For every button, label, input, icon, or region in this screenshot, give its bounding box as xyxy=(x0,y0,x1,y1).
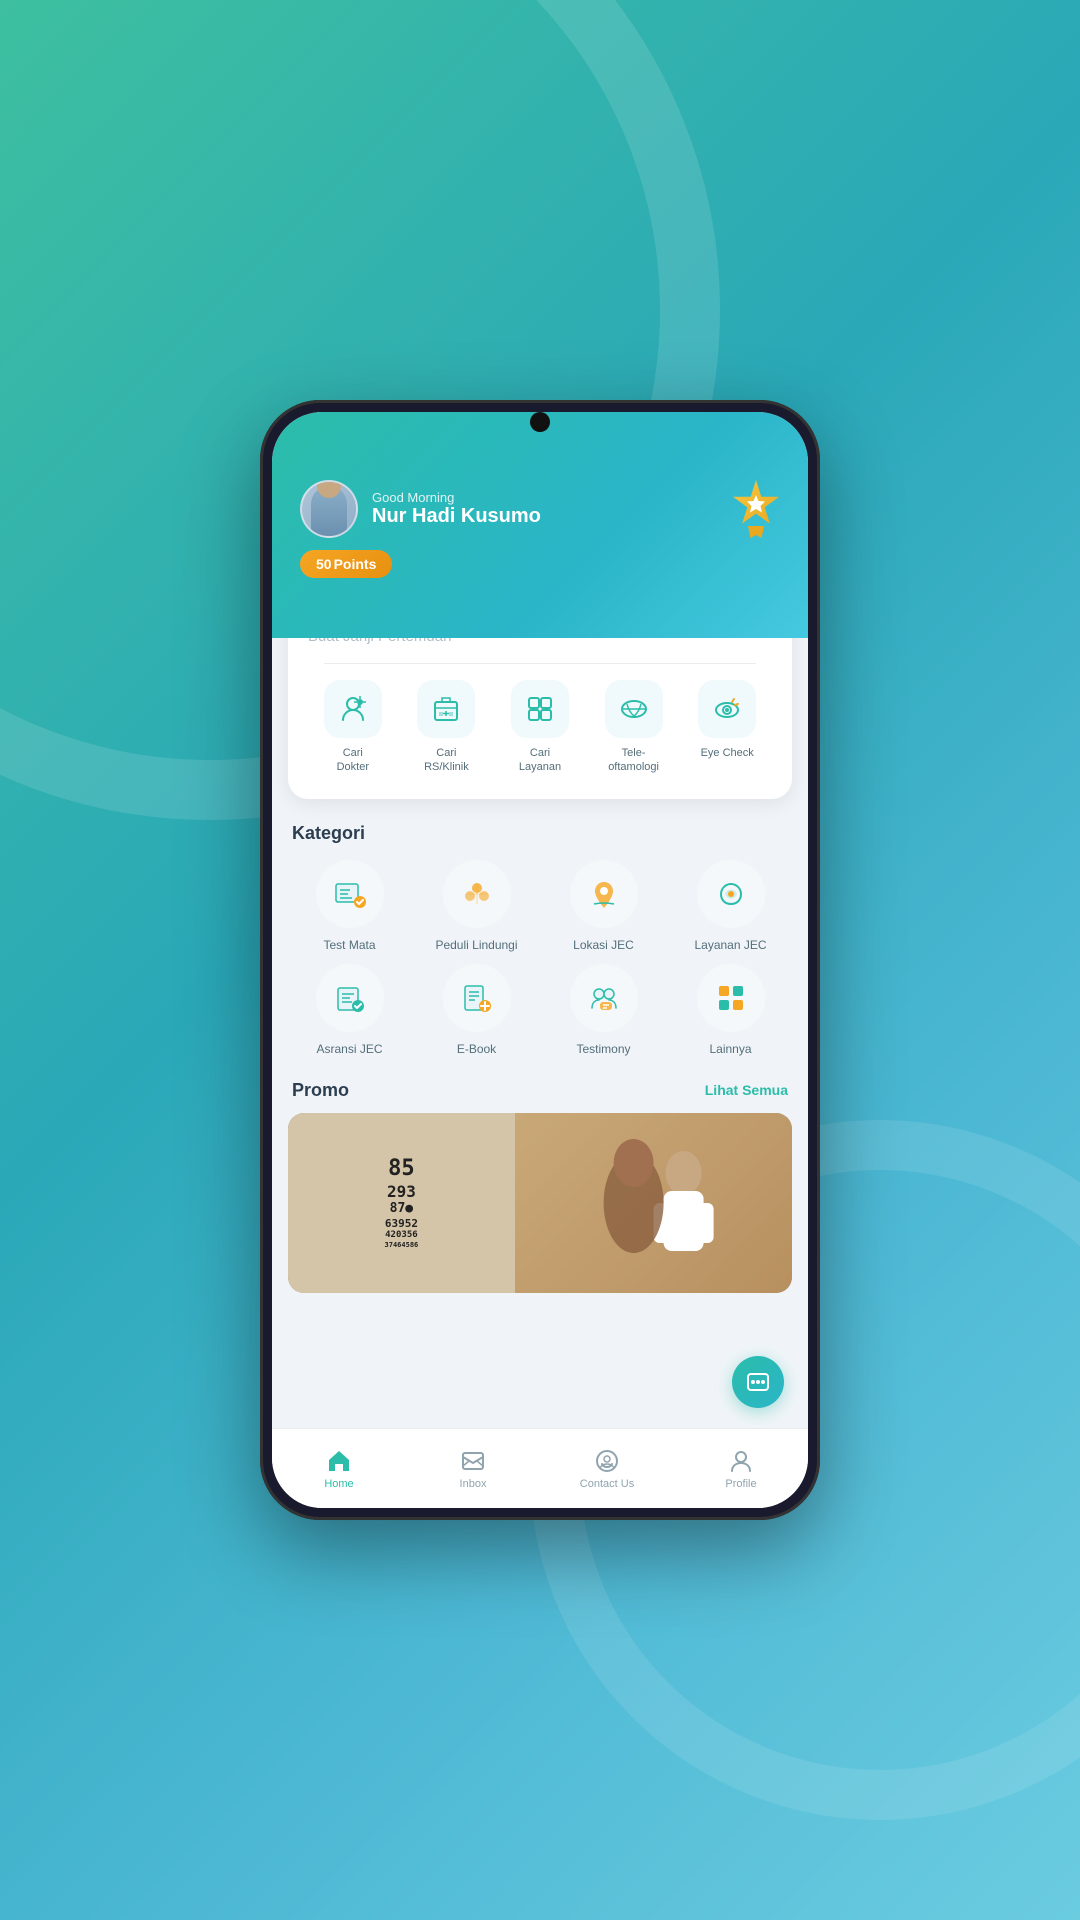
doctor-image xyxy=(515,1113,792,1293)
camera-notch xyxy=(530,412,550,432)
points-button[interactable]: 50 Points xyxy=(300,550,392,578)
phone-screen: Good Morning Nur Hadi Kusumo 50 Points xyxy=(272,412,808,1508)
badge-container[interactable] xyxy=(732,480,780,538)
reward-badge-icon xyxy=(732,480,780,528)
category-item-lokasi[interactable]: Lokasi JEC xyxy=(546,860,661,952)
bottom-navigation: Home Inbox xyxy=(272,1428,808,1508)
category-item-ebook[interactable]: E-Book xyxy=(419,964,534,1056)
greeting-text: Good Morning xyxy=(372,490,541,505)
contact-us-icon xyxy=(594,1448,620,1474)
category-grid: Test Mata Ped xyxy=(292,860,788,1056)
asransi-icon-bg xyxy=(316,964,384,1032)
nav-item-inbox[interactable]: Inbox xyxy=(406,1448,540,1490)
menu-item-cari-layanan[interactable]: CariLayanan xyxy=(495,680,585,775)
lainnya-label: Lainnya xyxy=(709,1042,751,1056)
ebook-label: E-Book xyxy=(457,1042,496,1056)
nav-item-profile[interactable]: Profile xyxy=(674,1448,808,1490)
phone-frame: Good Morning Nur Hadi Kusumo 50 Points xyxy=(260,400,820,1520)
points-label: Points xyxy=(334,556,377,572)
layanan-icon-bg xyxy=(697,860,765,928)
inbox-nav-label: Inbox xyxy=(460,1478,487,1490)
category-item-testimony[interactable]: Testimony xyxy=(546,964,661,1056)
menu-item-eye-check[interactable]: Eye Check xyxy=(682,680,772,775)
lokasi-label: Lokasi JEC xyxy=(573,938,634,952)
nav-item-home[interactable]: Home xyxy=(272,1448,406,1490)
user-info: Good Morning Nur Hadi Kusumo xyxy=(300,480,541,538)
inbox-icon xyxy=(460,1448,486,1474)
cari-rs-icon-bg xyxy=(417,680,475,738)
peduli-label: Peduli Lindungi xyxy=(435,938,517,952)
nav-item-contact[interactable]: Contact Us xyxy=(540,1448,674,1490)
content-scroll: Buat Janji Pertemuan xyxy=(272,638,808,1508)
user-name: Nur Hadi Kusumo xyxy=(372,505,541,528)
lainnya-icon-bg xyxy=(697,964,765,1032)
menu-item-tele[interactable]: Tele-oftamologi xyxy=(589,680,679,775)
category-item-layanan[interactable]: Layanan JEC xyxy=(673,860,788,952)
menu-item-cari-dokter[interactable]: CariDokter xyxy=(308,680,398,775)
profile-nav-label: Profile xyxy=(725,1478,756,1490)
kategori-section: Kategori xyxy=(272,799,808,1064)
fab-button[interactable] xyxy=(732,1356,784,1408)
eye-chart-visual: 85 293 87● 63952 420356 37464586 xyxy=(288,1113,515,1293)
appointment-card-title: Buat Janji Pertemuan xyxy=(308,638,772,645)
category-item-peduli[interactable]: Peduli Lindungi xyxy=(419,860,534,952)
header-section: Good Morning Nur Hadi Kusumo 50 Points xyxy=(272,412,808,638)
tele-label: Tele-oftamologi xyxy=(608,746,659,775)
promo-image-card[interactable]: 85 293 87● 63952 420356 37464586 xyxy=(288,1113,792,1293)
test-mata-label: Test Mata xyxy=(323,938,375,952)
promo-header: Promo Lihat Semua xyxy=(272,1064,808,1113)
cari-rs-label: CariRS/Klinik xyxy=(424,746,469,775)
cari-dokter-label: CariDokter xyxy=(337,746,369,775)
peduli-icon-bg xyxy=(443,860,511,928)
appointment-menu-grid: CariDokter xyxy=(308,680,772,775)
badge-ribbon xyxy=(748,526,764,538)
asransi-label: Asransi JEC xyxy=(316,1042,382,1056)
category-item-test-mata[interactable]: Test Mata xyxy=(292,860,407,952)
home-icon xyxy=(326,1448,352,1474)
category-item-asransi[interactable]: Asransi JEC xyxy=(292,964,407,1056)
promo-title: Promo xyxy=(292,1080,349,1101)
tele-icon-bg xyxy=(605,680,663,738)
contact-us-nav-label: Contact Us xyxy=(580,1478,634,1490)
kategori-title: Kategori xyxy=(292,823,788,844)
layanan-label: Layanan JEC xyxy=(694,938,766,952)
appointment-card: Buat Janji Pertemuan xyxy=(288,638,792,799)
profile-icon xyxy=(728,1448,754,1474)
ebook-icon-bg xyxy=(443,964,511,1032)
avatar xyxy=(300,480,358,538)
cari-layanan-icon-bg xyxy=(511,680,569,738)
menu-item-cari-rs[interactable]: CariRS/Klinik xyxy=(402,680,492,775)
test-mata-icon-bg xyxy=(316,860,384,928)
category-item-lainnya[interactable]: Lainnya xyxy=(673,964,788,1056)
eye-check-icon-bg xyxy=(698,680,756,738)
home-nav-label: Home xyxy=(324,1478,353,1490)
eye-check-label: Eye Check xyxy=(701,746,754,760)
lokasi-icon-bg xyxy=(570,860,638,928)
points-value: 50 xyxy=(316,556,332,572)
cari-dokter-icon-bg xyxy=(324,680,382,738)
card-separator xyxy=(324,663,756,664)
cari-layanan-label: CariLayanan xyxy=(519,746,561,775)
lihat-semua-button[interactable]: Lihat Semua xyxy=(705,1082,788,1098)
testimony-icon-bg xyxy=(570,964,638,1032)
testimony-label: Testimony xyxy=(576,1042,630,1056)
